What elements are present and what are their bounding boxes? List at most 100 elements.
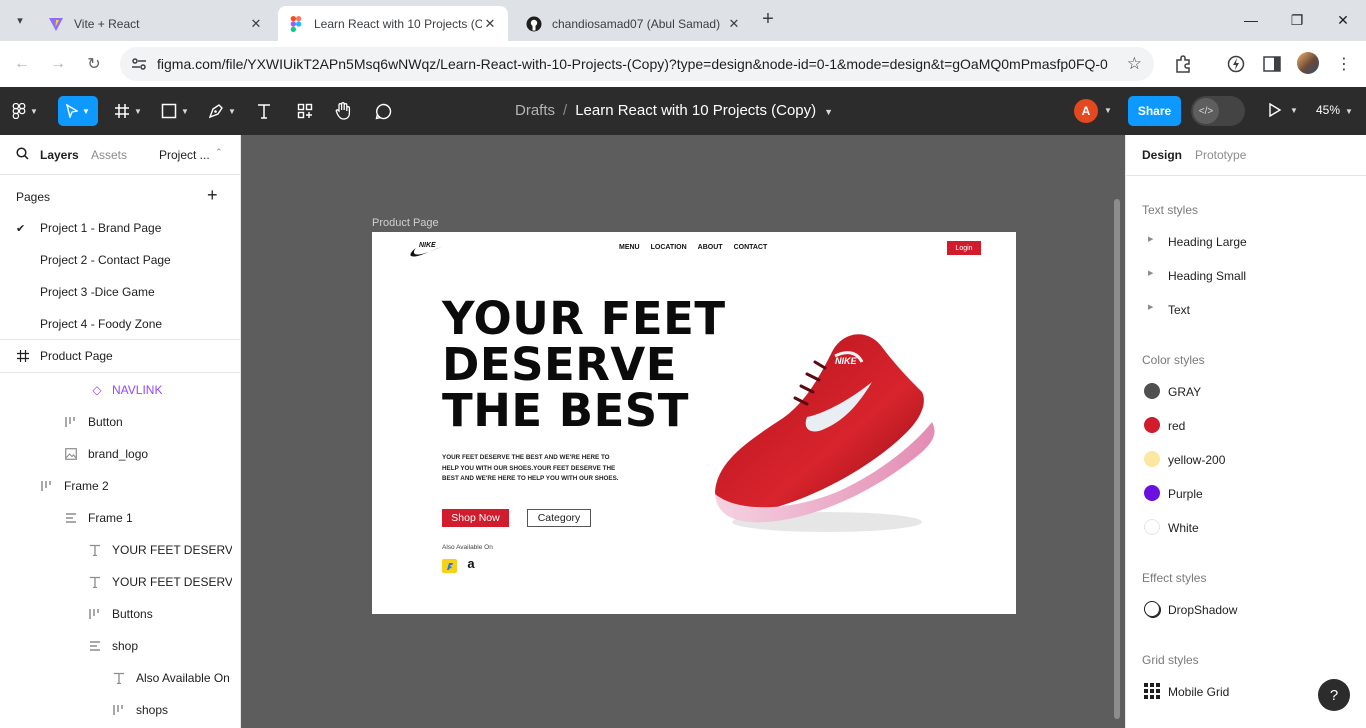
color-swatch <box>1144 519 1160 535</box>
main-menu-button[interactable]: ▼ <box>12 99 38 123</box>
category-button[interactable]: Category <box>527 509 591 527</box>
amazon-logo-icon[interactable]: a <box>464 556 478 572</box>
tab-assets[interactable]: Assets <box>91 148 127 162</box>
chevron-down-icon[interactable]: ▼ <box>1290 106 1298 115</box>
layer-row[interactable]: Frame 1 <box>0 502 240 534</box>
layer-row[interactable]: shops <box>0 694 240 726</box>
page-item[interactable]: Project 2 - Contact Page <box>0 244 240 276</box>
browser-menu-icon[interactable]: ⋮ <box>1333 53 1355 75</box>
file-name[interactable]: Learn React with 10 Projects (Copy) <box>575 102 816 119</box>
address-bar[interactable]: figma.com/file/YXWIUikT2APn5Msq6wNWqz/Le… <box>120 47 1154 81</box>
pen-tool-button[interactable]: ▼ <box>208 99 236 123</box>
hand-tool-button[interactable] <box>335 99 351 123</box>
bookmark-star-icon[interactable]: ☆ <box>1127 54 1142 74</box>
frame-tool-button[interactable]: ▼ <box>114 99 142 123</box>
nav-link-location[interactable]: LOCATION <box>651 244 687 251</box>
page-item[interactable]: Project 3 -Dice Game <box>0 276 240 308</box>
user-avatar[interactable]: A <box>1074 99 1098 123</box>
caret-right-icon[interactable]: ▶ <box>1148 269 1153 277</box>
nav-link-about[interactable]: ABOUT <box>698 244 723 251</box>
layer-row[interactable]: shop <box>0 630 240 662</box>
vertical-scrollbar[interactable] <box>1114 199 1120 719</box>
page-switcher[interactable]: Project ... <box>159 148 210 162</box>
shop-now-button[interactable]: Shop Now <box>442 509 509 527</box>
layer-row[interactable]: Product Page <box>0 340 240 372</box>
close-tab-icon[interactable]: ✕ <box>248 16 264 32</box>
nav-link-menu[interactable]: MENU <box>619 244 640 251</box>
frame-label[interactable]: Product Page <box>372 217 439 229</box>
reload-icon[interactable]: ↻ <box>82 52 106 76</box>
move-tool-button[interactable]: ▼ <box>58 96 98 126</box>
hero-subtext[interactable]: YOUR FEET DESERVE THE BEST AND WE'RE HER… <box>442 453 622 485</box>
zoom-level[interactable]: 45% ▼ <box>1316 103 1353 117</box>
present-play-icon[interactable] <box>1268 102 1282 122</box>
dev-mode-toggle[interactable]: </> <box>1191 96 1245 126</box>
text-tool-button[interactable] <box>256 99 272 123</box>
shape-tool-button[interactable]: ▼ <box>161 99 189 123</box>
tab-layers[interactable]: Layers <box>40 148 79 162</box>
comment-tool-button[interactable] <box>375 99 392 123</box>
design-canvas[interactable]: Product Page NIKE MENU LOCATION ABOUT CO… <box>241 135 1125 728</box>
site-nav: MENU LOCATION ABOUT CONTACT <box>619 244 767 251</box>
browser-tab-figma[interactable]: Learn React with 10 Projects (Copy) ✕ <box>278 6 508 41</box>
browser-tab-vite[interactable]: Vite + React ✕ <box>38 6 274 41</box>
help-button[interactable]: ? <box>1318 679 1350 711</box>
nav-link-contact[interactable]: CONTACT <box>734 244 768 251</box>
new-tab-button[interactable]: + <box>757 9 779 31</box>
layer-row[interactable]: Button <box>0 406 240 438</box>
search-icon[interactable] <box>16 147 29 163</box>
forward-arrow-icon[interactable]: → <box>46 52 70 76</box>
login-button[interactable]: Login <box>947 241 981 255</box>
layer-row[interactable]: brand_logo <box>0 438 240 470</box>
profile-avatar[interactable] <box>1297 52 1319 74</box>
breadcrumb-drafts[interactable]: Drafts <box>515 102 555 119</box>
extensions-puzzle-icon[interactable] <box>1172 53 1194 75</box>
text-style-item[interactable]: ▶ Text <box>1142 297 1352 323</box>
share-button[interactable]: Share <box>1128 96 1181 126</box>
caret-right-icon[interactable]: ▶ <box>1148 303 1153 311</box>
resources-tool-button[interactable] <box>297 99 313 123</box>
url-text[interactable]: figma.com/file/YXWIUikT2APn5Msq6wNWqz/Le… <box>157 56 1117 72</box>
close-window-button[interactable]: ✕ <box>1329 8 1357 32</box>
performance-icon[interactable] <box>1225 53 1247 75</box>
layer-row[interactable]: ◇ NAVLINK <box>0 374 240 406</box>
text-style-item[interactable]: ▶ Heading Large <box>1142 229 1352 255</box>
layer-row[interactable]: Buttons <box>0 598 240 630</box>
add-page-button[interactable]: + <box>207 186 218 204</box>
layer-row[interactable]: YOUR FEET DESERV... <box>0 566 240 598</box>
text-style-item[interactable]: ▶ Heading Small <box>1142 263 1352 289</box>
chevron-down-icon[interactable]: ▼ <box>824 107 833 117</box>
page-item[interactable]: ✔ Project 1 - Brand Page <box>0 212 240 244</box>
site-info-icon[interactable] <box>130 55 148 73</box>
close-tab-icon[interactable]: ✕ <box>482 16 498 32</box>
minimize-button[interactable]: — <box>1237 8 1265 32</box>
chevron-up-icon[interactable]: ⌃ <box>215 147 223 158</box>
flipkart-logo-icon[interactable] <box>442 559 457 573</box>
hero-headline[interactable]: YOUR FEET DESERVE THE BEST <box>442 296 726 434</box>
color-style-item[interactable]: yellow-200 <box>1142 447 1352 473</box>
also-available-label[interactable]: Also Available On <box>442 544 493 551</box>
layer-row[interactable]: YOUR FEET DESERV... <box>0 534 240 566</box>
effect-style-item[interactable]: DropShadow <box>1142 597 1352 623</box>
browser-tab-github[interactable]: chandiosamad07 (Abul Samad) ✕ <box>516 6 752 41</box>
maximize-button[interactable]: ❐ <box>1283 8 1311 32</box>
tab-search-chevron-icon[interactable]: ▾ <box>8 8 32 32</box>
color-style-item[interactable]: Purple <box>1142 481 1352 507</box>
nike-logo[interactable]: NIKE <box>410 239 444 259</box>
chevron-down-icon[interactable]: ▼ <box>1104 106 1112 115</box>
style-label: Heading Large <box>1168 235 1247 249</box>
color-style-item[interactable]: red <box>1142 413 1352 439</box>
color-style-item[interactable]: GRAY <box>1142 379 1352 405</box>
back-arrow-icon[interactable]: ← <box>10 52 34 76</box>
side-panel-icon[interactable] <box>1261 53 1283 75</box>
product-page-frame[interactable]: NIKE MENU LOCATION ABOUT CONTACT Login Y… <box>372 232 1016 614</box>
caret-right-icon[interactable]: ▶ <box>1148 235 1153 243</box>
tab-design[interactable]: Design <box>1142 148 1182 162</box>
close-tab-icon[interactable]: ✕ <box>726 16 742 32</box>
page-item[interactable]: Project 4 - Foody Zone <box>0 308 240 340</box>
shoe-image[interactable]: NIKE <box>707 322 947 547</box>
layer-row[interactable]: Frame 2 <box>0 470 240 502</box>
color-style-item[interactable]: White <box>1142 515 1352 541</box>
layer-row[interactable]: Also Available On <box>0 662 240 694</box>
tab-prototype[interactable]: Prototype <box>1195 148 1246 162</box>
